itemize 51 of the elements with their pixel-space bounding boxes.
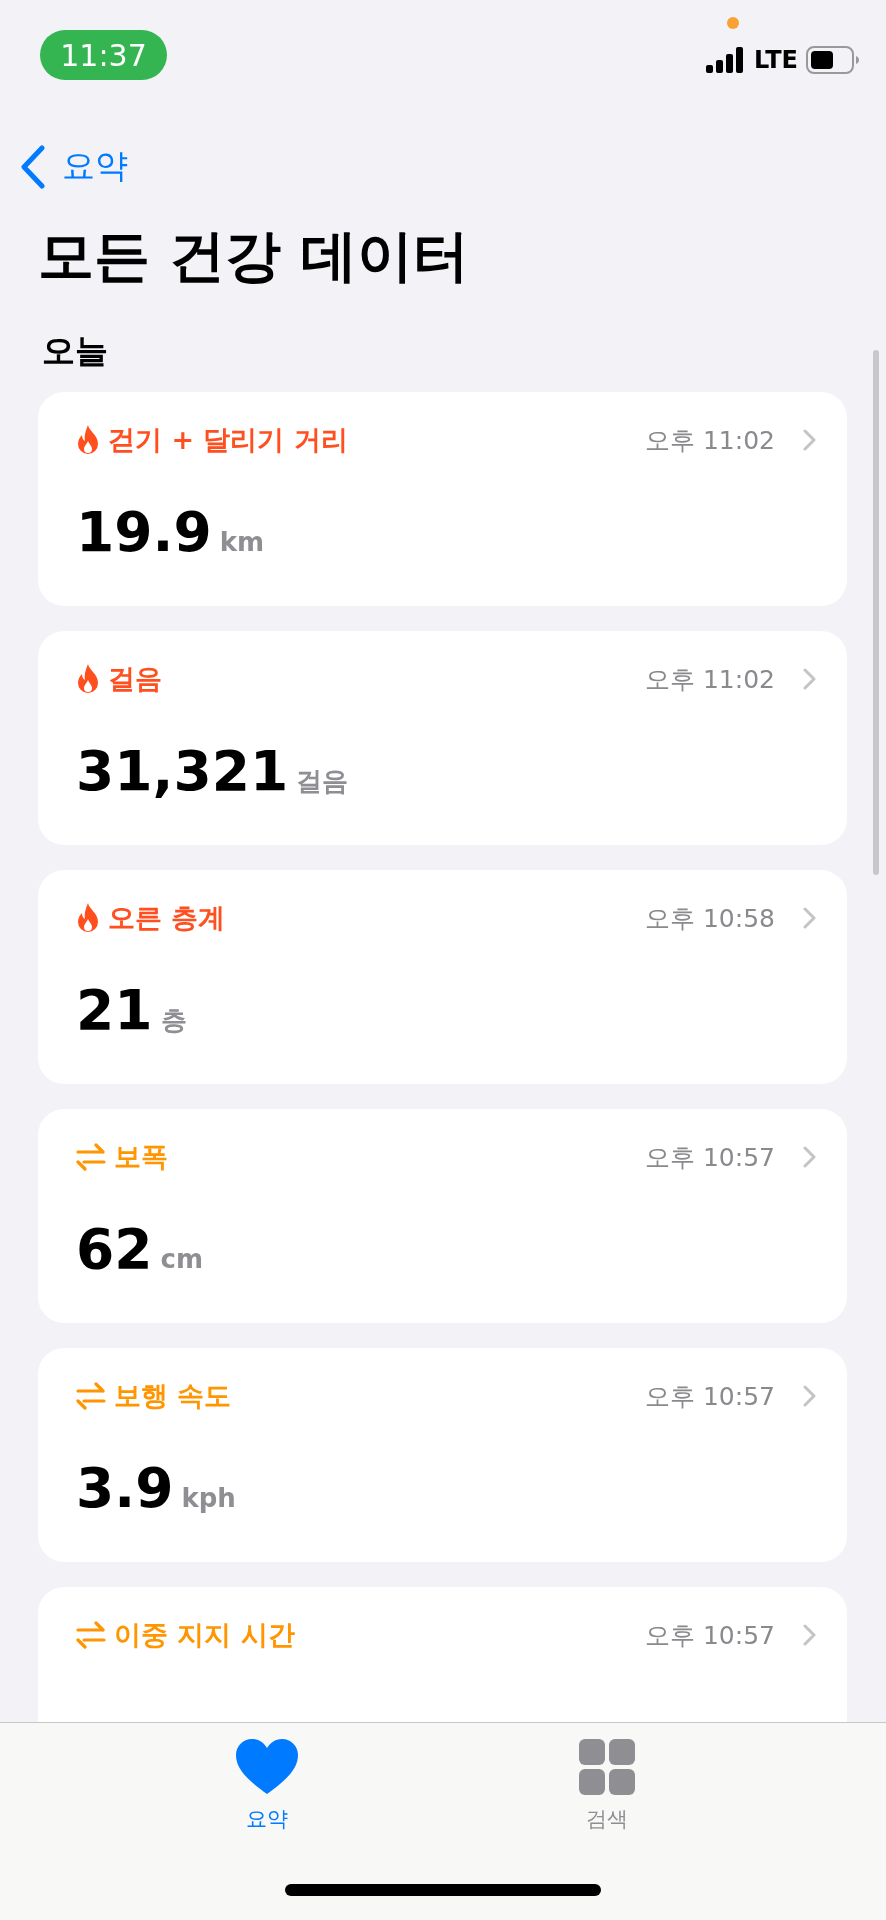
- privacy-indicator-icon: [727, 17, 739, 29]
- chevron-icon: [803, 429, 817, 451]
- network-type: LTE: [753, 46, 798, 74]
- back-chevron-icon: [20, 144, 46, 189]
- metric-unit: km: [219, 527, 265, 557]
- metric-label: 보폭: [114, 1140, 169, 1174]
- metric-label: 오른 층계: [108, 901, 227, 935]
- page-title: 모든 건강 데이터: [38, 222, 470, 290]
- timestamp: 오후 11:02: [645, 663, 775, 696]
- metric-unit: kph: [181, 1483, 236, 1513]
- metric-value: 19.9: [76, 500, 212, 564]
- metric-label: 보행 속도: [114, 1379, 233, 1413]
- section-title: 오늘: [42, 330, 109, 372]
- arrows-icon: [76, 1143, 106, 1171]
- metric-value: 31,321: [76, 739, 289, 803]
- health-data-card[interactable]: 보행 속도 오후 10:57 3.9 kph: [38, 1348, 847, 1562]
- chevron-icon: [803, 668, 817, 690]
- health-data-card[interactable]: 걸음 오후 11:02 31,321 걸음: [38, 631, 847, 845]
- metric-label: 걷기 + 달리기 거리: [108, 423, 349, 457]
- chevron-icon: [803, 1624, 817, 1646]
- timestamp: 오후 11:02: [645, 424, 775, 457]
- back-button[interactable]: 요약: [20, 144, 128, 189]
- flame-icon: [76, 903, 100, 933]
- timestamp: 오후 10:57: [645, 1619, 775, 1652]
- health-data-card[interactable]: 걷기 + 달리기 거리 오후 11:02 19.9 km: [38, 392, 847, 606]
- health-data-card[interactable]: 오른 층계 오후 10:58 21 층: [38, 870, 847, 1084]
- metric-label: 걸음: [108, 662, 163, 696]
- metric-unit: 걸음: [296, 765, 349, 798]
- arrows-icon: [76, 1621, 106, 1649]
- battery-icon: [806, 46, 860, 74]
- flame-icon: [76, 664, 100, 694]
- chevron-icon: [803, 1385, 817, 1407]
- grid-icon: [579, 1739, 636, 1795]
- status-time: 11:37: [40, 30, 167, 80]
- metric-value: 21: [76, 978, 153, 1042]
- signal-icon: [705, 47, 746, 73]
- metric-label: 이중 지지 시간: [114, 1618, 296, 1652]
- arrows-icon: [76, 1382, 106, 1410]
- health-data-card[interactable]: 보폭 오후 10:57 62 cm: [38, 1109, 847, 1323]
- metric-unit: cm: [160, 1244, 204, 1274]
- chevron-icon: [803, 907, 817, 929]
- timestamp: 오후 10:57: [645, 1141, 775, 1174]
- metric-value: 3.9: [76, 1456, 174, 1520]
- metric-value: 62: [76, 1217, 153, 1281]
- tab-button[interactable]: 요약: [229, 1723, 304, 1834]
- timestamp: 오후 10:58: [645, 902, 775, 935]
- timestamp: 오후 10:57: [645, 1380, 775, 1413]
- metric-unit: 층: [160, 1004, 187, 1037]
- flame-icon: [76, 425, 100, 455]
- heart-icon: [235, 1739, 298, 1795]
- chevron-icon: [803, 1146, 817, 1168]
